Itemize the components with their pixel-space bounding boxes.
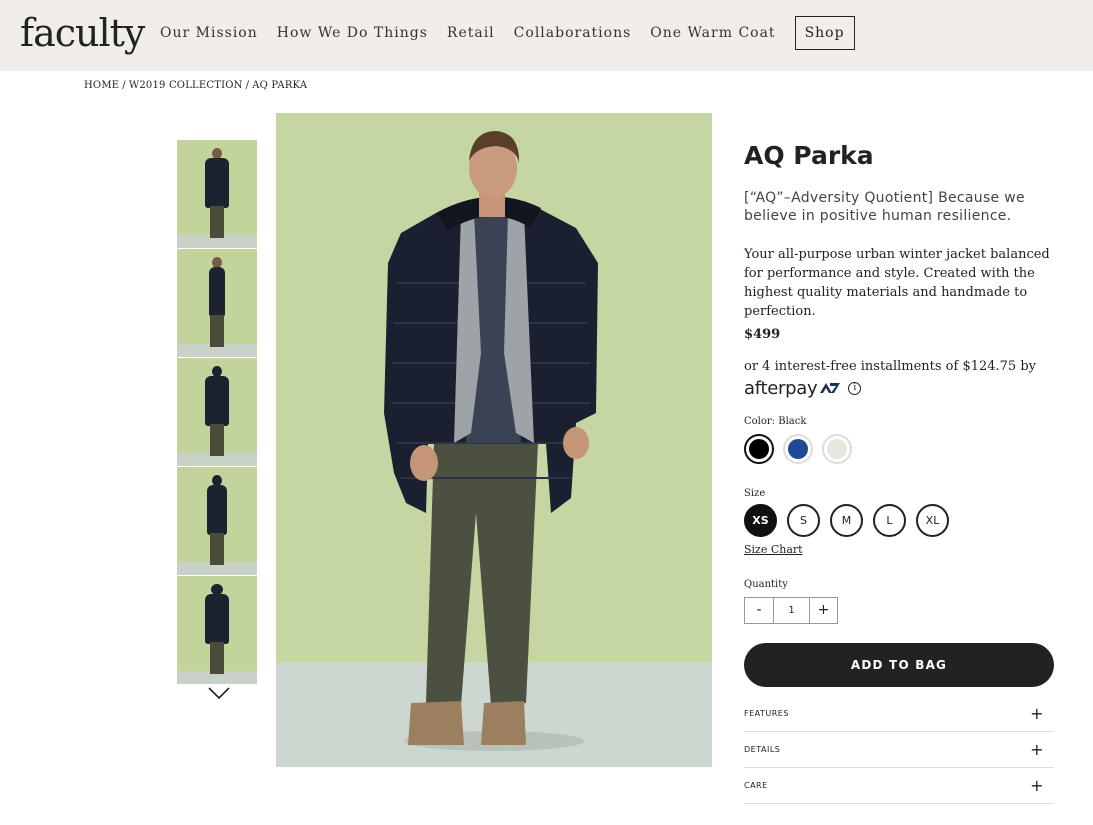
quantity-input[interactable]: 1 — [774, 598, 809, 623]
nav-one-warm-coat[interactable]: One Warm Coat — [650, 25, 775, 41]
thumbnail-hood-up[interactable] — [177, 576, 257, 684]
accordion-details-label: DETAILS — [744, 745, 781, 754]
size-option-xs[interactable]: XS — [744, 504, 777, 537]
accordion-features[interactable]: FEATURES + — [744, 696, 1054, 732]
plus-icon: + — [1030, 776, 1044, 795]
product-main-image[interactable] — [276, 113, 712, 767]
site-header: faculty Our Mission How We Do Things Ret… — [0, 0, 1093, 71]
thumbnail-side[interactable] — [177, 249, 257, 357]
installments-text: or 4 interest-free installments of $124.… — [744, 359, 1037, 374]
afterpay-arrows-icon — [820, 383, 841, 393]
plus-icon: + — [1030, 704, 1044, 723]
product-info: AQ Parka [“AQ”–Adversity Quotient] Becau… — [744, 140, 1064, 804]
color-swatch-black[interactable] — [744, 434, 774, 464]
nav-our-mission[interactable]: Our Mission — [160, 25, 258, 41]
product-price: $499 — [744, 327, 781, 342]
product-title: AQ Parka — [744, 141, 874, 170]
breadcrumb-home[interactable]: HOME — [84, 80, 119, 91]
thumbnail-back[interactable] — [177, 358, 257, 466]
breadcrumb: HOME / W2019 COLLECTION / AQ PARKA — [84, 80, 308, 91]
product-description: Your all-purpose urban winter jacket bal… — [744, 247, 1050, 319]
thumbnail-back-hood[interactable] — [177, 467, 257, 575]
accordion-features-label: FEATURES — [744, 709, 789, 718]
size-option-l[interactable]: L — [873, 504, 906, 537]
shop-button[interactable]: Shop — [794, 16, 855, 50]
breadcrumb-current: AQ PARKA — [252, 80, 308, 91]
nav-collaborations[interactable]: Collaborations — [514, 25, 632, 41]
afterpay-row: afterpay i — [744, 377, 1064, 399]
chevron-down-icon[interactable] — [208, 686, 230, 700]
color-swatches — [744, 434, 1064, 464]
thumbnail-front[interactable] — [177, 140, 257, 248]
add-to-bag-button[interactable]: ADD TO BAG — [744, 643, 1054, 687]
accordion-care-label: CARE — [744, 781, 768, 790]
size-option-xl[interactable]: XL — [916, 504, 949, 537]
color-label: Color: Black — [744, 416, 807, 427]
afterpay-logo: afterpay — [744, 377, 818, 399]
quantity-stepper: - 1 + — [744, 597, 838, 624]
product-tagline: [“AQ”–Adversity Quotient] Because we bel… — [744, 190, 1025, 224]
plus-icon: + — [1030, 740, 1044, 759]
size-label: Size — [744, 488, 766, 499]
color-swatch-blue[interactable] — [783, 434, 813, 464]
size-chart-link[interactable]: Size Chart — [744, 543, 803, 556]
main-nav: Our Mission How We Do Things Retail Coll… — [160, 0, 855, 66]
quantity-minus-button[interactable]: - — [745, 598, 774, 623]
color-swatch-cream[interactable] — [822, 434, 852, 464]
accordion-care[interactable]: CARE + — [744, 768, 1054, 804]
logo[interactable]: faculty — [20, 10, 145, 56]
size-options: XS S M L XL — [744, 504, 1064, 537]
size-option-m[interactable]: M — [830, 504, 863, 537]
breadcrumb-collection[interactable]: W2019 COLLECTION — [129, 80, 243, 91]
quantity-plus-button[interactable]: + — [809, 598, 837, 623]
parka-model-illustration — [384, 131, 598, 751]
quantity-label: Quantity — [744, 579, 788, 590]
nav-retail[interactable]: Retail — [447, 25, 495, 41]
accordion-details[interactable]: DETAILS + — [744, 732, 1054, 768]
thumbnail-gallery — [177, 140, 257, 685]
nav-how-we-do-things[interactable]: How We Do Things — [277, 25, 428, 41]
product-accordion: FEATURES + DETAILS + CARE + — [744, 696, 1054, 804]
info-icon[interactable]: i — [848, 381, 862, 395]
size-option-s[interactable]: S — [787, 504, 820, 537]
